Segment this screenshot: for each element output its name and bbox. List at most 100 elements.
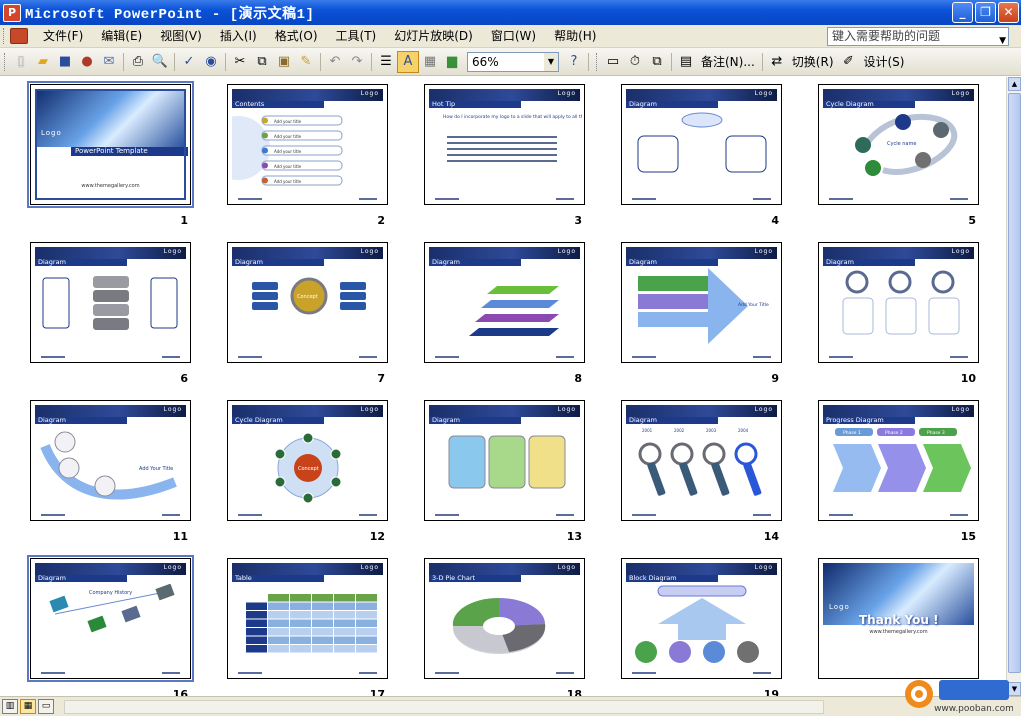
slide-thumbnail[interactable]: Logo Progress Diagram Phase 1 Phase 2 Phase … <box>818 400 979 521</box>
slide-thumbnail[interactable]: Logo Cycle Diagram Concept <box>227 400 388 521</box>
menu-format[interactable]: 格式(O) <box>266 26 327 46</box>
menu-file[interactable]: 文件(F) <box>34 26 92 46</box>
expand-all-icon[interactable]: ☰ <box>375 51 397 73</box>
slide-thumbnail[interactable]: Logo Cycle Diagram Cycle name <box>818 84 979 205</box>
standard-toolbar: ▯ ▰ ■ ● ✉ ⎙ 🔍 ✓ ◉ ✂ ⧉ ▣ ✎ ↶ ↷ ☰ A ▦ ▆ 66… <box>0 48 1021 76</box>
slide-footer-mark <box>238 356 262 358</box>
menu-insert[interactable]: 插入(I) <box>211 26 266 46</box>
powerpoint-app-icon[interactable]: P <box>3 3 21 22</box>
slide-thumbnail[interactable]: Logo Diagram <box>30 242 191 363</box>
hide-slide-icon[interactable]: ▭ <box>602 51 624 73</box>
slide-sorter-view-icon[interactable]: ▦ <box>20 699 36 714</box>
slide-title: Diagram <box>35 259 127 266</box>
print-preview-icon[interactable]: 🔍 <box>149 51 171 73</box>
slide-thumbnail[interactable]: Logo Diagram <box>621 84 782 205</box>
email-icon[interactable]: ✉ <box>98 51 120 73</box>
slide-body <box>232 584 383 668</box>
copy-icon[interactable]: ⧉ <box>251 51 273 73</box>
help-search-input[interactable]: 键入需要帮助的问题 ▼ <box>827 27 1009 46</box>
paste-icon[interactable]: ▣ <box>273 51 295 73</box>
slide-thumbnail[interactable]: Logo Diagram Add Your Title <box>30 400 191 521</box>
diagram-circle <box>845 270 869 294</box>
format-painter-icon[interactable]: ✎ <box>295 51 317 73</box>
table-cell <box>290 594 311 602</box>
permission-icon[interactable]: ● <box>76 51 98 73</box>
grid-icon[interactable]: ▦ <box>419 51 441 73</box>
restore-button[interactable]: ❐ <box>975 2 996 23</box>
slide-thumbnail[interactable]: Logo Diagram <box>424 400 585 521</box>
slide-thumbnail[interactable]: Logo Diagram <box>424 242 585 363</box>
status-bar: ▥ ▦ ▭ <box>0 696 1021 716</box>
color-grayscale-icon[interactable]: ▆ <box>441 51 463 73</box>
menu-tools[interactable]: 工具(T) <box>327 26 386 46</box>
slide-thumbnail[interactable]: Logo Diagram <box>818 242 979 363</box>
block-top <box>657 585 747 597</box>
cut-icon[interactable]: ✂ <box>229 51 251 73</box>
slide-thumbnail[interactable]: Logo Diagram Company History <box>27 555 194 682</box>
slide-thumbnail[interactable]: Logo Table <box>227 558 388 679</box>
vertical-scrollbar[interactable]: ▲ ▼ <box>1006 77 1021 696</box>
research-icon[interactable]: ◉ <box>200 51 222 73</box>
help-icon[interactable]: ? <box>563 51 585 73</box>
design-button[interactable]: 设计(S) <box>860 53 909 70</box>
normal-view-icon[interactable]: ▥ <box>2 699 18 714</box>
chevron-down-icon[interactable]: ▼ <box>544 52 558 71</box>
slide-sorter[interactable]: Logo PowerPoint Template www.themegallery.… <box>0 77 1006 696</box>
slide-thumbnail[interactable]: Logo PowerPoint Template www.themegallery.… <box>27 81 194 208</box>
diagram-lens <box>734 442 758 466</box>
slide-body <box>429 426 580 510</box>
slide-body: Add your title Add your title Add your tit… <box>206 110 383 194</box>
open-folder-icon[interactable]: ▰ <box>32 51 54 73</box>
slideshow-view-icon[interactable]: ▭ <box>38 699 54 714</box>
toolbar-separator <box>174 52 175 71</box>
slide-thumbnail[interactable]: Logo Contents Add your title Add your title… <box>206 84 388 205</box>
close-button[interactable]: ✕ <box>998 2 1019 23</box>
menu-edit[interactable]: 编辑(E) <box>92 26 151 46</box>
minimize-button[interactable]: _ <box>952 2 973 23</box>
slide-thumbnail[interactable]: Logo Hot Tip How do I incorporate my logo … <box>424 84 617 205</box>
slide-thumbnail[interactable]: Logo Block Diagram <box>621 558 782 679</box>
design-icon[interactable]: ✐ <box>838 51 860 73</box>
slide-logo-text: Logo <box>360 248 379 255</box>
menu-view[interactable]: 视图(V) <box>151 26 211 46</box>
undo-icon[interactable]: ↶ <box>324 51 346 73</box>
rehearse-timings-icon[interactable]: ⏱ <box>624 51 646 73</box>
scroll-thumb[interactable] <box>1008 93 1021 673</box>
table-cell <box>268 636 289 644</box>
transition-button[interactable]: 切换(R) <box>788 53 838 70</box>
notes-icon[interactable]: ▤ <box>675 51 697 73</box>
table-cell <box>246 594 267 602</box>
slide-footer-mark <box>435 672 459 674</box>
menu-window[interactable]: 窗口(W) <box>482 26 545 46</box>
menu-slideshow[interactable]: 幻灯片放映(D) <box>385 26 482 46</box>
show-formatting-icon[interactable]: A <box>397 50 419 73</box>
scroll-up-icon[interactable]: ▲ <box>1008 77 1021 91</box>
summary-slide-icon[interactable]: ⧉ <box>646 51 668 73</box>
slide-thumbnail[interactable]: Logo Diagram Add Your Title <box>621 242 782 363</box>
slide-title: Diagram <box>429 417 521 424</box>
transition-icon[interactable]: ⇄ <box>766 51 788 73</box>
toolbar-grip[interactable] <box>596 52 599 71</box>
slide-thumbnail[interactable]: Logo Thank You ! www.themegallery.com <box>818 558 979 679</box>
redo-icon[interactable]: ↷ <box>346 51 368 73</box>
notes-button[interactable]: 备注(N)... <box>697 53 759 70</box>
slide-thumbnail[interactable]: Logo Diagram Concept <box>227 242 388 363</box>
diagram-handle <box>711 462 730 496</box>
diagram-bar <box>638 276 708 291</box>
menu-help[interactable]: 帮助(H) <box>545 26 605 46</box>
toolbar-grip[interactable] <box>4 52 7 71</box>
horizontal-scrollbar[interactable] <box>64 700 824 714</box>
new-icon[interactable]: ▯ <box>10 51 32 73</box>
diagram-step <box>481 300 559 308</box>
print-icon[interactable]: ⎙ <box>127 51 149 73</box>
document-icon[interactable] <box>10 28 28 44</box>
menu-grip[interactable] <box>3 28 6 44</box>
slide-number: 4 <box>771 214 779 227</box>
zoom-select[interactable]: 66% ▼ <box>467 51 559 72</box>
table-cell <box>268 619 289 627</box>
slide-thumbnail[interactable]: Logo 3-D Pie Chart <box>424 558 585 679</box>
spelling-icon[interactable]: ✓ <box>178 51 200 73</box>
toolbar-separator <box>320 52 321 71</box>
slide-thumbnail[interactable]: Logo Diagram 2001 2002 2003 2004 <box>621 400 782 521</box>
save-icon[interactable]: ■ <box>54 51 76 73</box>
